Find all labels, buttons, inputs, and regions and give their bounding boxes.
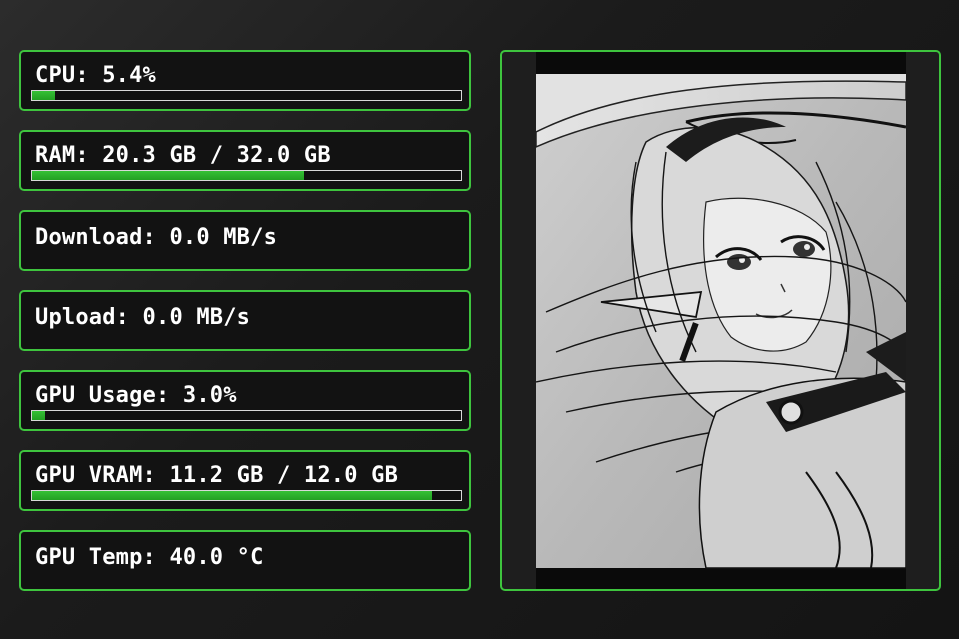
ram-card: RAM: 20.3 GB / 32.0 GB <box>19 130 471 191</box>
ram-progress-bar <box>31 170 462 181</box>
upload-card: Upload: 0.0 MB/s <box>19 290 471 351</box>
download-label: Download: 0.0 MB/s <box>35 225 278 250</box>
gpu-usage-progress-fill <box>32 411 45 420</box>
cpu-card: CPU: 5.4% <box>19 50 471 111</box>
gpu-vram-progress-fill <box>32 491 433 500</box>
cpu-label: CPU: 5.4% <box>35 63 157 88</box>
manga-illustration <box>536 52 906 589</box>
gpu-usage-label: GPU Usage: 3.0% <box>35 383 237 408</box>
ram-progress-fill <box>32 171 304 180</box>
gpu-vram-card: GPU VRAM: 11.2 GB / 12.0 GB <box>19 450 471 511</box>
gpu-vram-label: GPU VRAM: 11.2 GB / 12.0 GB <box>35 463 399 488</box>
upload-label: Upload: 0.0 MB/s <box>35 305 251 330</box>
system-stats-panel: CPU: 5.4% RAM: 20.3 GB / 32.0 GB Downloa… <box>19 50 471 610</box>
manga-illustration-svg <box>536 52 906 589</box>
download-card: Download: 0.0 MB/s <box>19 210 471 271</box>
cpu-progress-bar <box>31 90 462 101</box>
gpu-temp-label: GPU Temp: 40.0 °C <box>35 545 264 570</box>
gpu-vram-progress-bar <box>31 490 462 501</box>
gpu-usage-card: GPU Usage: 3.0% <box>19 370 471 431</box>
ram-label: RAM: 20.3 GB / 32.0 GB <box>35 143 331 168</box>
gpu-temp-card: GPU Temp: 40.0 °C <box>19 530 471 591</box>
image-panel <box>500 50 941 591</box>
cpu-progress-fill <box>32 91 56 100</box>
gpu-usage-progress-bar <box>31 410 462 421</box>
